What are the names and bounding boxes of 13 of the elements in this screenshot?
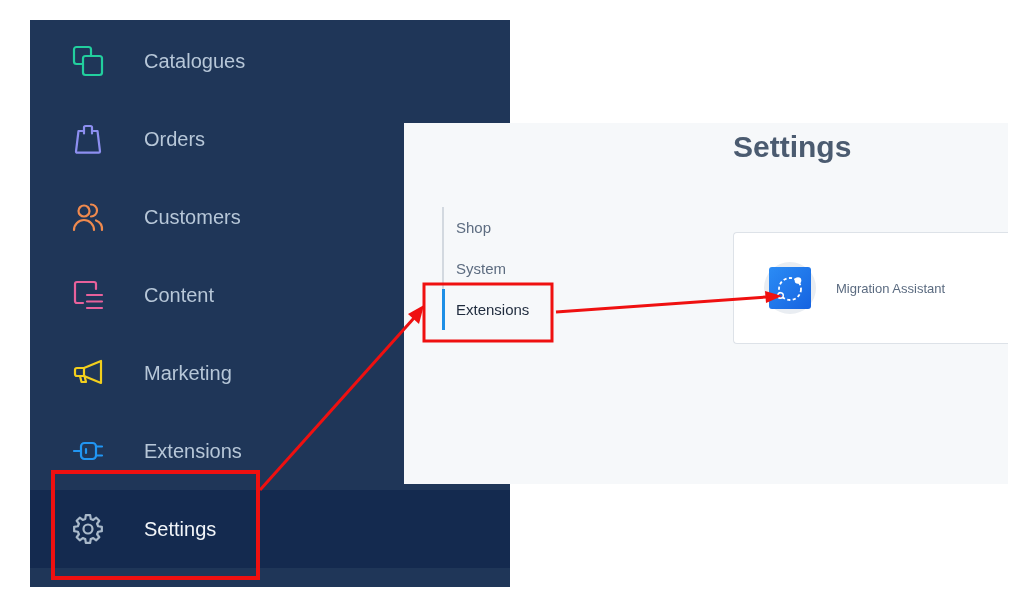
sidebar-item[interactable]: Content xyxy=(30,256,404,334)
sidebar-item[interactable]: Orders xyxy=(30,100,404,178)
extension-card[interactable]: Migration Assistant xyxy=(733,232,1008,344)
sidebar-item[interactable]: Catalogues xyxy=(30,22,404,100)
settings-nav-item[interactable]: Extensions xyxy=(442,289,544,330)
sidebar-item[interactable]: Extensions xyxy=(30,412,404,490)
dashed-circle-icon xyxy=(764,262,816,314)
sidebar-item[interactable]: Marketing xyxy=(30,334,404,412)
settings-nav-item[interactable]: Shop xyxy=(442,207,544,248)
sidebar-item[interactable]: Customers xyxy=(30,178,404,256)
settings-nav-item[interactable]: System xyxy=(442,248,544,289)
page-title: Settings xyxy=(733,129,852,165)
sidebar-item[interactable]: Settings xyxy=(30,490,510,568)
